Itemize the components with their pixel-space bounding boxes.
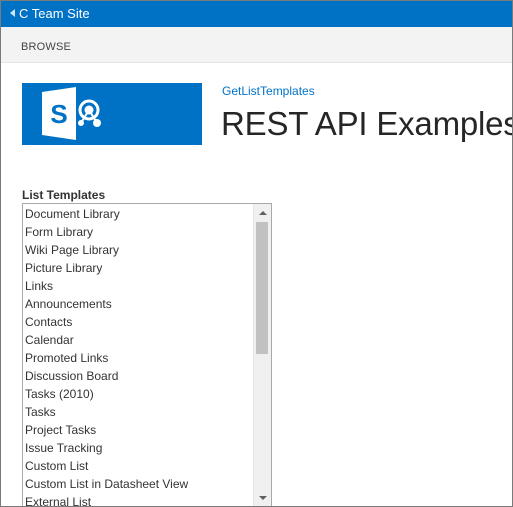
scroll-up-arrow-icon[interactable] [254,204,271,221]
list-item[interactable]: Calendar [25,331,255,349]
list-templates-label: List Templates [22,188,106,202]
list-item[interactable]: Tasks (2010) [25,385,255,403]
list-item[interactable]: Contacts [25,313,255,331]
list-item[interactable]: Project Tasks [25,421,255,439]
list-item[interactable]: Wiki Page Library [25,241,255,259]
scroll-thumb[interactable] [256,222,268,354]
site-logo[interactable]: S [22,83,202,145]
list-item[interactable]: Custom List in Datasheet View [25,475,255,493]
list-templates-listbox[interactable]: Document Library Form Library Wiki Page Li… [22,203,272,506]
list-templates-options[interactable]: Document Library Form Library Wiki Page Li… [25,205,255,506]
suite-bar: C Team Site [1,1,512,27]
list-item[interactable]: Links [25,277,255,295]
browser-frame: C Team Site BROWSE S GetListTemplates RE… [0,0,513,507]
list-item[interactable]: Form Library [25,223,255,241]
list-item[interactable]: Issue Tracking [25,439,255,457]
scroll-down-arrow-icon[interactable] [254,489,271,506]
listbox-scrollbar[interactable] [253,204,271,506]
site-title-link[interactable]: C Team Site [19,5,90,22]
tab-browse[interactable]: BROWSE [21,41,71,53]
back-arrow-icon[interactable] [7,5,17,21]
list-item[interactable]: Document Library [25,205,255,223]
page-title: REST API Examples [221,105,513,142]
list-item[interactable]: Promoted Links [25,349,255,367]
list-item[interactable]: Discussion Board [25,367,255,385]
svg-text:S: S [50,99,67,129]
list-item[interactable]: Tasks [25,403,255,421]
breadcrumb-link[interactable]: GetListTemplates [222,84,315,98]
sharepoint-logo-icon: S [22,83,202,145]
list-item[interactable]: Custom List [25,457,255,475]
list-item[interactable]: Announcements [25,295,255,313]
list-item[interactable]: Picture Library [25,259,255,277]
list-item[interactable]: External List [25,493,255,506]
ribbon-bar: BROWSE [1,27,512,63]
